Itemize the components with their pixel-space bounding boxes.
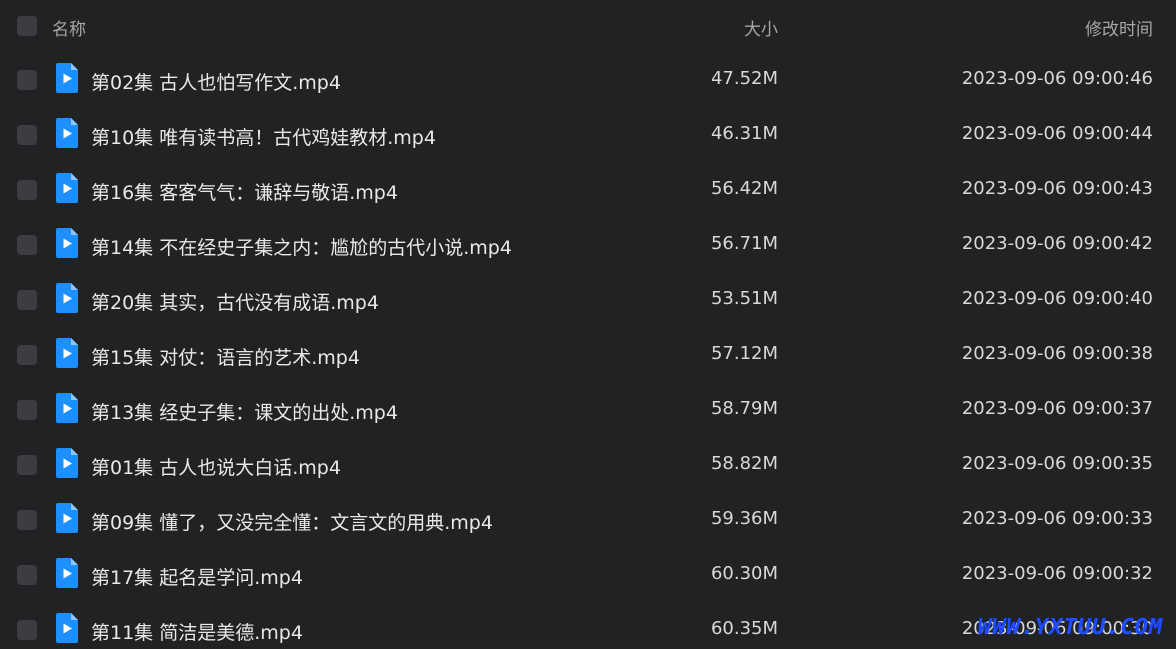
video-file-icon [56, 228, 78, 258]
video-file-icon [56, 613, 78, 643]
video-file-icon [56, 448, 78, 478]
file-modified-time: 2023-09-06 09:00:37 [961, 398, 1153, 419]
file-size: 59.36M [710, 508, 778, 529]
file-row[interactable]: 第01集 古人也说大白话.mp4 58.82M 2023-09-06 09:00… [0, 437, 1176, 492]
file-row[interactable]: 第13集 经史子集：课文的出处.mp4 58.79M 2023-09-06 09… [0, 382, 1176, 437]
file-name[interactable]: 第02集 古人也怕写作文.mp4 [91, 68, 341, 95]
column-header-modified-time[interactable]: 修改时间 [1085, 15, 1153, 40]
file-name[interactable]: 第16集 客客气气：谦辞与敬语.mp4 [91, 178, 398, 205]
file-name[interactable]: 第14集 不在经史子集之内：尴尬的古代小说.mp4 [91, 233, 512, 260]
file-row-checkbox[interactable] [17, 400, 37, 420]
file-name[interactable]: 第20集 其实，古代没有成语.mp4 [91, 288, 379, 315]
video-file-icon [56, 393, 78, 423]
file-modified-time: 2023-09-06 09:00:42 [961, 233, 1153, 254]
file-row-checkbox[interactable] [17, 345, 37, 365]
file-size: 47.52M [710, 68, 778, 89]
file-row[interactable]: 第17集 起名是学问.mp4 60.30M 2023-09-06 09:00:3… [0, 547, 1176, 602]
file-name[interactable]: 第10集 唯有读书高！古代鸡娃教材.mp4 [91, 123, 436, 150]
file-size: 53.51M [710, 288, 778, 309]
file-row-checkbox[interactable] [17, 455, 37, 475]
file-row-checkbox[interactable] [17, 510, 37, 530]
column-header-name[interactable]: 名称 [52, 15, 86, 40]
file-modified-time: 2023-09-06 09:00:33 [961, 508, 1153, 529]
file-row[interactable]: 第16集 客客气气：谦辞与敬语.mp4 56.42M 2023-09-06 09… [0, 162, 1176, 217]
file-row[interactable]: 第14集 不在经史子集之内：尴尬的古代小说.mp4 56.71M 2023-09… [0, 217, 1176, 272]
file-name[interactable]: 第17集 起名是学问.mp4 [91, 563, 303, 590]
video-file-icon [56, 63, 78, 93]
file-row[interactable]: 第09集 懂了，又没完全懂：文言文的用典.mp4 59.36M 2023-09-… [0, 492, 1176, 547]
file-row-checkbox[interactable] [17, 290, 37, 310]
file-size: 58.82M [710, 453, 778, 474]
file-size: 60.35M [710, 618, 778, 639]
select-all-checkbox[interactable] [17, 16, 37, 36]
file-name[interactable]: 第01集 古人也说大白话.mp4 [91, 453, 341, 480]
file-modified-time: 2023-09-06 09:00:32 [961, 563, 1153, 584]
video-file-icon [56, 558, 78, 588]
file-row[interactable]: 第10集 唯有读书高！古代鸡娃教材.mp4 46.31M 2023-09-06 … [0, 107, 1176, 162]
file-size: 46.31M [710, 123, 778, 144]
file-size: 60.30M [710, 563, 778, 584]
video-file-icon [56, 338, 78, 368]
video-file-icon [56, 503, 78, 533]
file-row-checkbox[interactable] [17, 180, 37, 200]
file-row-checkbox[interactable] [17, 70, 37, 90]
file-modified-time: 2023-09-06 09:00:43 [961, 178, 1153, 199]
file-modified-time: 2023-09-06 09:00:44 [961, 123, 1153, 144]
file-list: 名称 大小 修改时间 第02集 古人也怕写作文.mp4 47.52M 2023-… [0, 0, 1176, 649]
file-size: 58.79M [710, 398, 778, 419]
column-header-size[interactable]: 大小 [744, 15, 778, 40]
video-file-icon [56, 173, 78, 203]
file-size: 57.12M [710, 343, 778, 364]
file-size: 56.42M [710, 178, 778, 199]
file-name[interactable]: 第15集 对仗：语言的艺术.mp4 [91, 343, 360, 370]
file-list-header: 名称 大小 修改时间 [0, 0, 1176, 52]
file-row-checkbox[interactable] [17, 125, 37, 145]
file-name[interactable]: 第09集 懂了，又没完全懂：文言文的用典.mp4 [91, 508, 493, 535]
video-file-icon [56, 283, 78, 313]
file-row[interactable]: 第02集 古人也怕写作文.mp4 47.52M 2023-09-06 09:00… [0, 52, 1176, 107]
file-row-checkbox[interactable] [17, 565, 37, 585]
file-modified-time: 2023-09-06 09:00:40 [961, 288, 1153, 309]
file-modified-time: 2023-09-06 09:00:38 [961, 343, 1153, 364]
video-file-icon [56, 118, 78, 148]
watermark: WWW.YXTUU.COM [978, 615, 1164, 640]
file-row[interactable]: 第15集 对仗：语言的艺术.mp4 57.12M 2023-09-06 09:0… [0, 327, 1176, 382]
file-row-checkbox[interactable] [17, 620, 37, 640]
file-row-checkbox[interactable] [17, 235, 37, 255]
file-name[interactable]: 第13集 经史子集：课文的出处.mp4 [91, 398, 398, 425]
file-row[interactable]: 第20集 其实，古代没有成语.mp4 53.51M 2023-09-06 09:… [0, 272, 1176, 327]
file-size: 56.71M [710, 233, 778, 254]
file-name[interactable]: 第11集 简洁是美德.mp4 [91, 618, 303, 645]
file-modified-time: 2023-09-06 09:00:46 [961, 68, 1153, 89]
file-modified-time: 2023-09-06 09:00:35 [961, 453, 1153, 474]
